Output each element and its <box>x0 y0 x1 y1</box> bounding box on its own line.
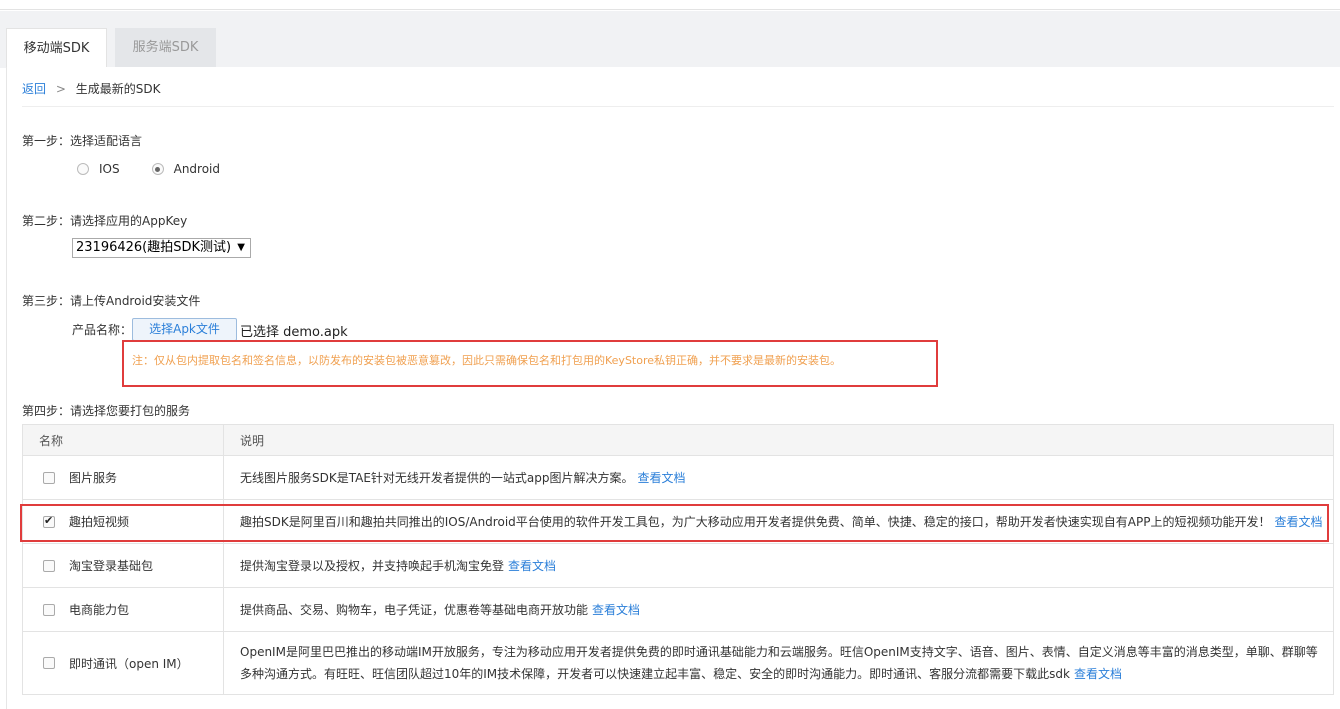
services-table: 名称 说明 图片服务 无线图片服务SDK是TAE针对无线开发者提供的一站式app… <box>22 424 1334 695</box>
table-row: 即时通讯（open IM） OpenIM是阿里巴巴推出的移动端IM开放服务，专注… <box>22 631 1334 695</box>
service-desc: 提供商品、交易、购物车，电子凭证，优惠卷等基础电商开放功能 <box>240 603 589 617</box>
table-row: 电商能力包 提供商品、交易、购物车，电子凭证，优惠卷等基础电商开放功能 查看文档 <box>22 587 1334 632</box>
table-row: 图片服务 无线图片服务SDK是TAE针对无线开发者提供的一站式app图片解决方案… <box>22 455 1334 500</box>
column-header-name: 名称 <box>22 424 224 456</box>
radio-android-label[interactable]: Android <box>174 162 220 176</box>
view-docs-link[interactable]: 查看文档 <box>592 603 640 617</box>
service-name-cell: 电商能力包 <box>22 587 224 632</box>
step3-label: 第三步：请上传Android安装文件 <box>22 294 201 308</box>
tab-bar: 移动端SDK 服务端SDK <box>0 11 1340 68</box>
table-row: 淘宝登录基础包 提供淘宝登录以及授权，并支持唤起手机淘宝免登 查看文档 <box>22 543 1334 588</box>
service-desc: 提供淘宝登录以及授权，并支持唤起手机淘宝免登 <box>240 559 505 573</box>
breadcrumb: 返回 > 生成最新的SDK <box>22 80 160 97</box>
tab-mobile-sdk[interactable]: 移动端SDK <box>6 28 107 68</box>
service-desc-cell: OpenIM是阿里巴巴推出的移动端IM开放服务，专注为移动应用开发者提供免费的即… <box>223 631 1334 695</box>
breadcrumb-current: 生成最新的SDK <box>75 82 161 96</box>
radio-android[interactable] <box>151 163 164 175</box>
service-name-cell: 图片服务 <box>22 455 224 500</box>
step1-label: 第一步：选择适配语言 <box>22 134 143 148</box>
step4-label: 第四步：请选择您要打包的服务 <box>22 404 191 418</box>
chevron-right-icon: > <box>55 82 66 96</box>
product-name-label: 产品名称： <box>72 323 133 337</box>
language-radio-group: IOS Android <box>77 162 252 176</box>
table-header-row: 名称 说明 <box>22 424 1334 456</box>
service-desc: 无线图片服务SDK是TAE针对无线开发者提供的一站式app图片解决方案。 <box>240 471 634 485</box>
step2-label: 第二步：请选择应用的AppKey <box>22 214 188 228</box>
column-header-desc: 说明 <box>223 424 1334 456</box>
service-checkbox[interactable] <box>43 471 55 484</box>
highlight-box-row <box>20 504 1329 542</box>
service-name: 即时通讯（open IM） <box>69 656 189 671</box>
caret-down-icon: ▼ <box>237 242 245 253</box>
tab-server-sdk[interactable]: 服务端SDK <box>115 28 216 68</box>
service-desc: OpenIM是阿里巴巴推出的移动端IM开放服务，专注为移动应用开发者提供免费的即… <box>240 645 1318 681</box>
service-name-cell: 淘宝登录基础包 <box>22 543 224 588</box>
highlight-box-note <box>122 340 938 387</box>
service-name-cell: 即时通讯（open IM） <box>22 631 224 695</box>
appkey-select-value: 23196426(趣拍SDK测试) <box>76 240 232 255</box>
service-checkbox[interactable] <box>43 559 55 572</box>
service-checkbox[interactable] <box>43 657 55 669</box>
appkey-select[interactable]: 23196426(趣拍SDK测试) ▼ <box>72 238 251 258</box>
radio-ios[interactable] <box>77 163 89 175</box>
service-desc-cell: 提供淘宝登录以及授权，并支持唤起手机淘宝免登 查看文档 <box>223 543 1334 588</box>
service-desc-cell: 无线图片服务SDK是TAE针对无线开发者提供的一站式app图片解决方案。 查看文档 <box>223 455 1334 500</box>
view-docs-link[interactable]: 查看文档 <box>1074 667 1122 681</box>
service-name: 图片服务 <box>69 471 118 485</box>
service-name: 电商能力包 <box>69 603 130 617</box>
divider <box>22 106 1334 107</box>
view-docs-link[interactable]: 查看文档 <box>508 559 556 573</box>
radio-ios-label[interactable]: IOS <box>99 162 120 176</box>
breadcrumb-back-link[interactable]: 返回 <box>22 82 46 96</box>
service-desc-cell: 提供商品、交易、购物车，电子凭证，优惠卷等基础电商开放功能 查看文档 <box>223 587 1334 632</box>
upload-status: 已选择 demo.apk <box>240 325 348 340</box>
service-name: 淘宝登录基础包 <box>69 559 154 573</box>
view-docs-link[interactable]: 查看文档 <box>638 471 686 485</box>
select-apk-button[interactable]: 选择Apk文件 <box>132 318 237 341</box>
top-strip <box>0 0 1340 10</box>
service-checkbox[interactable] <box>43 603 55 616</box>
